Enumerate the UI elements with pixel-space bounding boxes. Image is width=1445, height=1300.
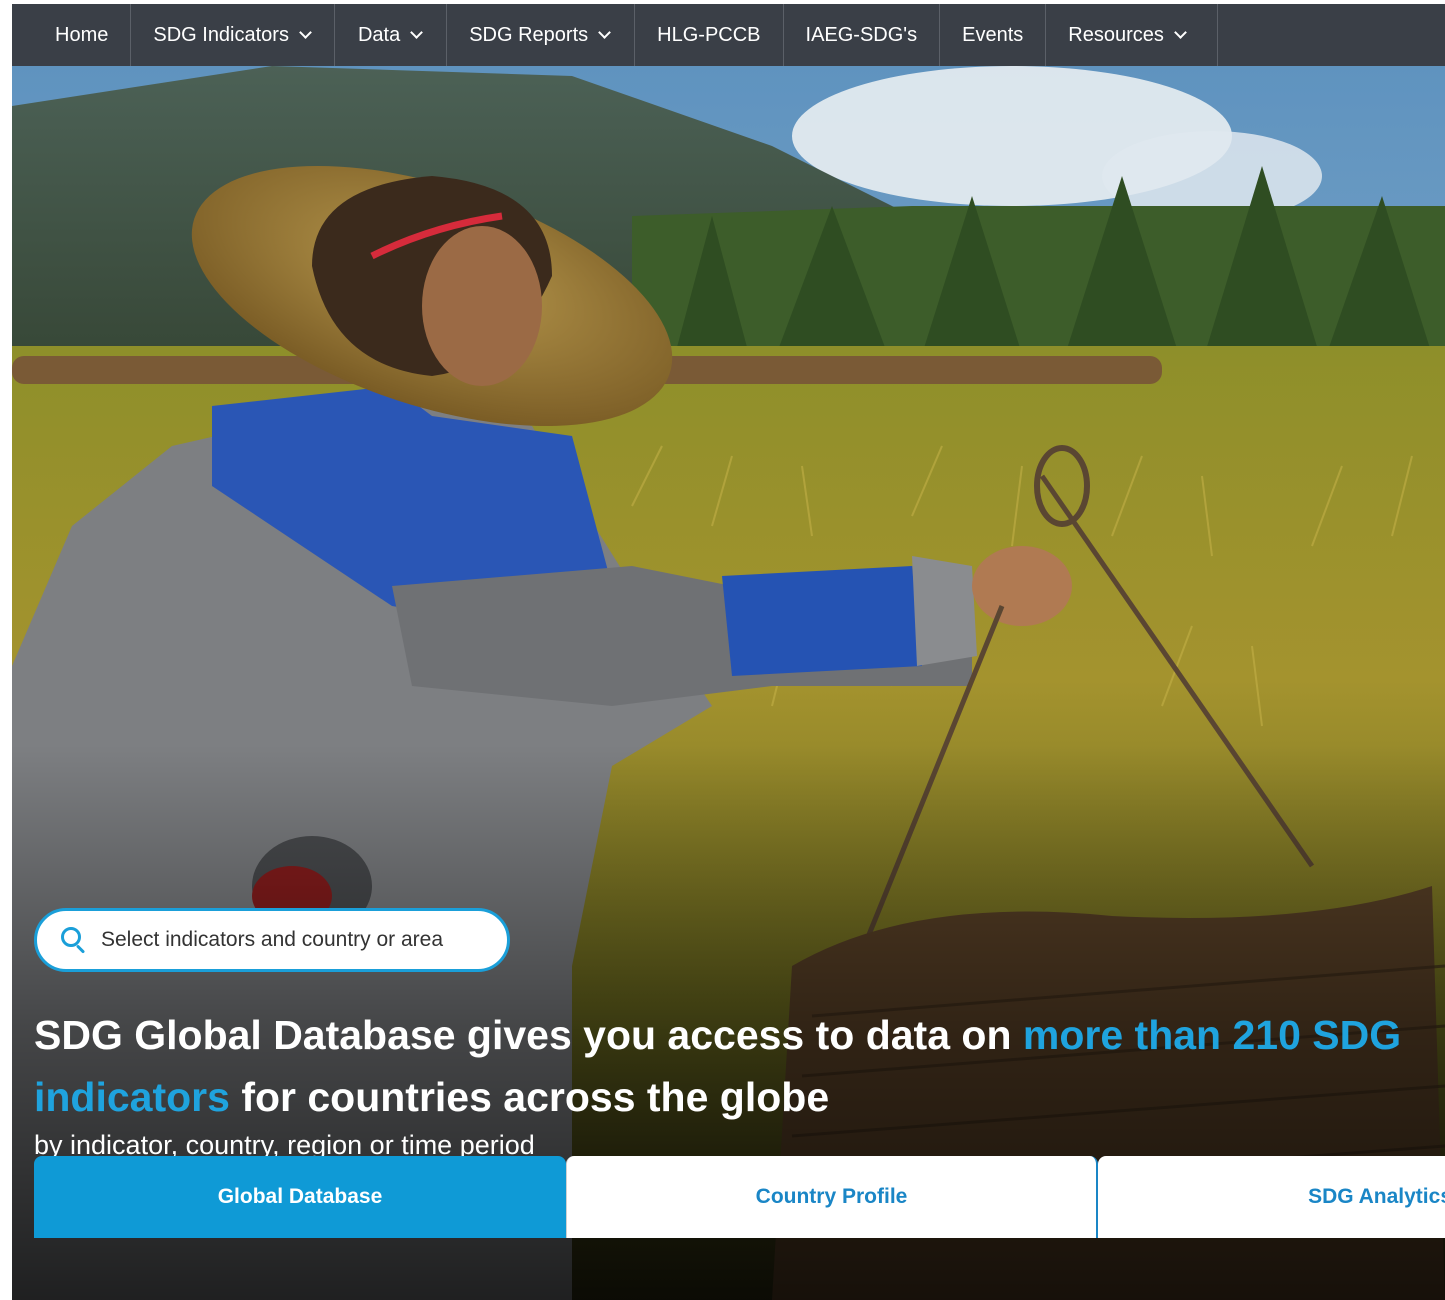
headline-text: for countries across the globe (229, 1074, 830, 1120)
nav-item-label: Home (55, 23, 109, 46)
tab-sdg-analytics[interactable]: SDG Analytics (1098, 1156, 1445, 1238)
search-input[interactable]: Select indicators and country or area (34, 908, 510, 972)
tab-country-profile[interactable]: Country Profile (566, 1156, 1098, 1238)
nav-item-hlg-pccb[interactable]: HLG-PCCB (635, 4, 784, 66)
chevron-down-icon (598, 25, 612, 39)
top-navigation: Home SDG Indicators Data SDG Reports HLG… (12, 4, 1445, 66)
nav-item-iaeg-sdgs[interactable]: IAEG-SDG's (784, 4, 941, 66)
tab-global-database[interactable]: Global Database (34, 1156, 566, 1238)
nav-item-label: Resources (1068, 23, 1164, 46)
headline-text: SDG Global Database gives you access to … (34, 1012, 1023, 1058)
page: Home SDG Indicators Data SDG Reports HLG… (12, 4, 1445, 1300)
chevron-down-icon (410, 25, 424, 39)
database-tabs: Global Database Country Profile SDG Anal… (34, 1156, 1445, 1238)
nav-item-label: IAEG-SDG's (805, 23, 918, 46)
tab-label: Global Database (217, 1185, 383, 1208)
tab-label: SDG Analytics (1308, 1185, 1445, 1208)
chevron-down-icon (299, 25, 312, 39)
tab-label: Country Profile (755, 1185, 908, 1208)
nav-item-resources[interactable]: Resources (1046, 4, 1218, 66)
search-icon (61, 927, 87, 954)
nav-item-label: SDG Reports (469, 23, 589, 46)
nav-item-label: HLG-PCCB (657, 23, 761, 46)
hero-headline: SDG Global Database gives you access to … (34, 1004, 1434, 1128)
nav-item-sdg-reports[interactable]: SDG Reports (447, 4, 636, 66)
nav-item-sdg-indicators[interactable]: SDG Indicators (131, 4, 335, 66)
nav-item-data[interactable]: Data (335, 4, 448, 66)
nav-item-label: Events (962, 23, 1024, 46)
chevron-down-icon (1174, 25, 1187, 39)
nav-item-home[interactable]: Home (12, 4, 132, 66)
hero-banner: Select indicators and country or area SD… (12, 66, 1445, 1300)
nav-item-label: SDG Indicators (153, 23, 289, 46)
nav-item-events[interactable]: Events (940, 4, 1047, 66)
search-placeholder: Select indicators and country or area (101, 928, 444, 951)
nav-item-label: Data (357, 23, 401, 46)
